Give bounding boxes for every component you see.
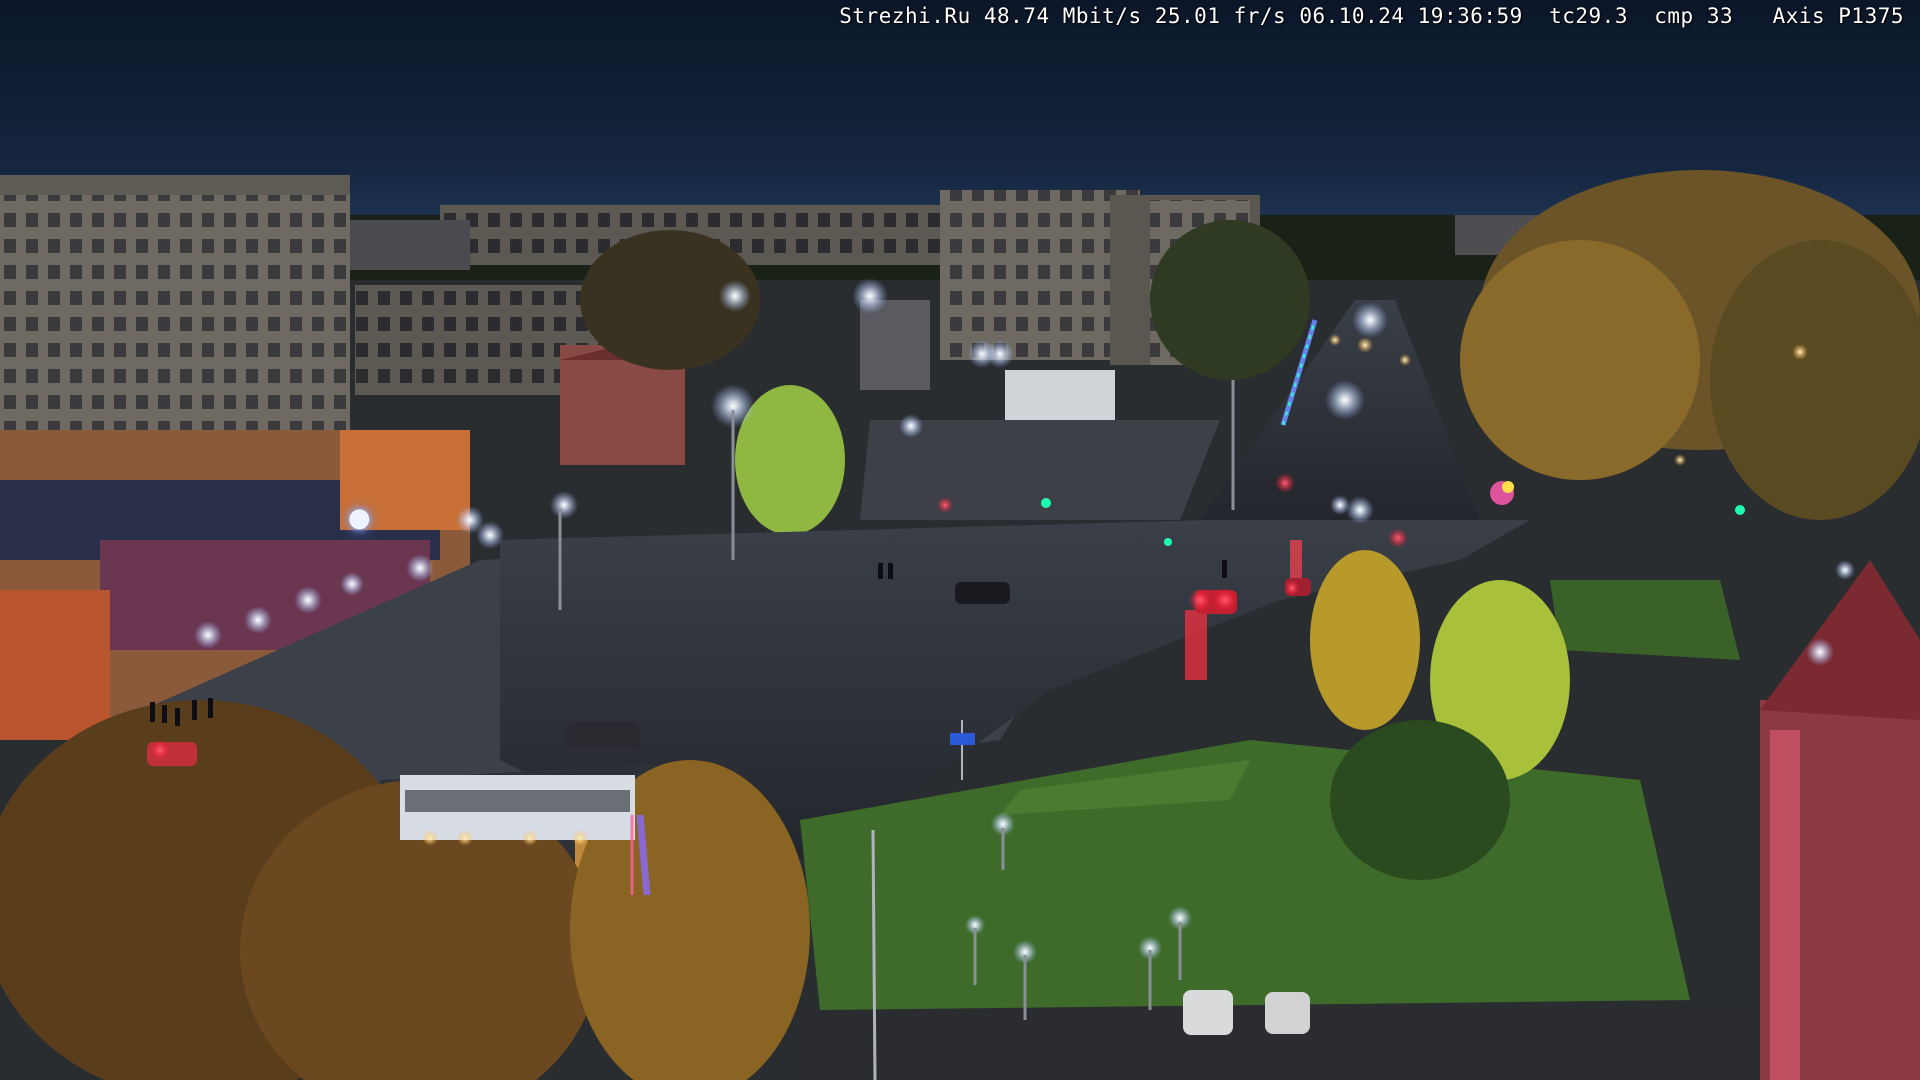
osd-time: 19:36:59: [1417, 4, 1523, 28]
osd-cmp: cmp 33: [1654, 4, 1734, 28]
street-pole: [871, 829, 877, 1080]
osd-framerate: 25.01 fr/s: [1154, 4, 1287, 28]
camera-osd-overlay: Strezhi.Ru 48.74 Mbit/s 25.01 fr/s 06.10…: [839, 4, 1904, 28]
road-sign: [950, 733, 975, 745]
osd-camera-model: Axis P1375: [1772, 4, 1904, 28]
osd-site: Strezhi.Ru: [839, 4, 971, 28]
shop-sign-glow-1: ●: [348, 503, 371, 533]
osd-bitrate: 48.74 Mbit/s: [983, 4, 1142, 28]
webcam-scene: [0, 0, 1920, 1080]
lawn-right: [1550, 580, 1740, 660]
osd-tc: tc29.3: [1549, 4, 1628, 28]
osd-date: 06.10.24: [1299, 4, 1405, 28]
